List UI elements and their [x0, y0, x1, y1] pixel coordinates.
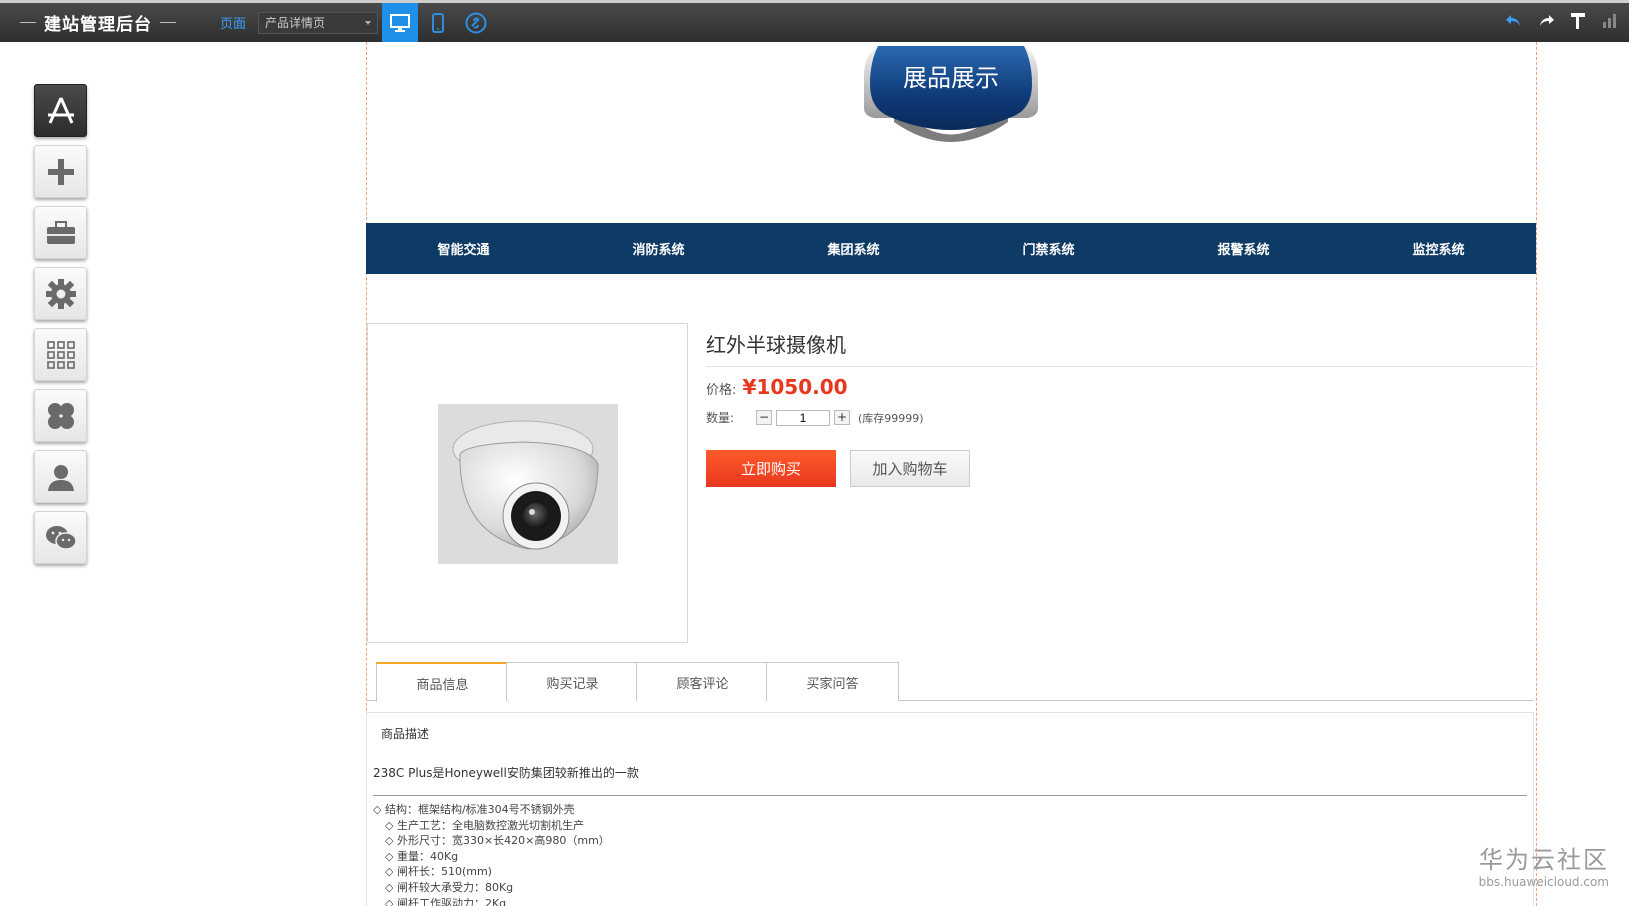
page-canvas: 展品展示 智能交通 消防系统 集团系统 门禁系统 报警系统 监控系统 红外半球摄… [366, 42, 1536, 906]
desktop-icon [390, 13, 411, 32]
product-info: 红外半球摄像机 价格: ¥1050.00 数量: − + (库存99999) 立… [706, 323, 1534, 487]
tab-buyer-qa[interactable]: 买家问答 [766, 662, 899, 701]
spec-item: ◇ 闸杆较大承受力：80Kg [385, 880, 514, 894]
toolbox-icon [46, 220, 75, 244]
app-title: 建站管理后台 [44, 15, 152, 35]
watermark-url: bbs.huaweicloud.com [1478, 875, 1609, 889]
quantity-increase-button[interactable]: + [834, 410, 850, 425]
hammer-icon[interactable] [1569, 9, 1587, 33]
page-select-value: 产品详情页 [265, 15, 326, 30]
plus-icon [47, 158, 74, 185]
spec-item: ◇ 结构：框架结构/标准304号不锈钢外壳 [373, 803, 575, 816]
page-label: 页面 [220, 17, 247, 32]
toolbox-button[interactable] [34, 206, 87, 259]
mobile-view-button[interactable] [420, 3, 456, 42]
tab-product-info[interactable]: 商品信息 [376, 662, 509, 702]
product-image-box [367, 323, 688, 643]
member-button[interactable] [34, 450, 87, 503]
nav-item-access-control[interactable]: 门禁系统 [951, 239, 1146, 258]
chevron-down-icon [365, 20, 372, 25]
wechat-icon [45, 525, 77, 550]
add-to-cart-button[interactable]: 加入购物车 [850, 450, 970, 487]
nav-item-monitoring-system[interactable]: 监控系统 [1341, 239, 1536, 258]
tab-purchase-records[interactable]: 购买记录 [506, 662, 639, 701]
link-button[interactable] [458, 3, 494, 42]
nav-item-alarm-system[interactable]: 报警系统 [1146, 239, 1341, 258]
mobile-icon [432, 12, 445, 33]
showcase-banner: 展品展示 [856, 42, 1046, 152]
quantity-input[interactable] [776, 409, 830, 426]
buy-now-button[interactable]: 立即购买 [706, 450, 836, 487]
canvas-guide-right [1536, 42, 1537, 906]
clover-icon [47, 402, 74, 429]
nav-item-smart-traffic[interactable]: 智能交通 [366, 239, 561, 258]
nav-item-fire-system[interactable]: 消防系统 [561, 239, 756, 258]
spec-item: ◇ 生产工艺：全电脑数控激光切割机生产 [385, 818, 584, 832]
grid-button[interactable] [34, 328, 87, 381]
price-label: 价格: [706, 383, 737, 398]
product-price: ¥1050.00 [742, 375, 848, 399]
gear-icon [45, 278, 76, 309]
spec-item: ◇ 闸杆工作驱动力：2Kg [385, 896, 507, 906]
price-row: 价格: ¥1050.00 [706, 375, 1534, 399]
settings-button[interactable] [34, 267, 87, 320]
purchase-buttons: 立即购买 加入购物车 [706, 450, 1534, 487]
main-nav: 智能交通 消防系统 集团系统 门禁系统 报警系统 监控系统 [366, 223, 1536, 274]
banner-title: 展品展示 [903, 64, 999, 92]
modules-button[interactable] [34, 389, 87, 442]
quantity-label: 数量: [706, 411, 735, 425]
top-right-tools [1505, 9, 1619, 33]
add-button[interactable] [34, 145, 87, 198]
left-toolbar [34, 84, 87, 564]
app-icon [47, 96, 74, 124]
desktop-view-button[interactable] [382, 3, 419, 42]
quantity-decrease-button[interactable]: − [756, 410, 772, 425]
watermark: 华为云社区 bbs.huaweicloud.com [1479, 840, 1609, 889]
redo-icon[interactable] [1537, 9, 1555, 33]
link-icon [465, 12, 487, 33]
app-brand: 建站管理后台 [12, 10, 184, 35]
page-select[interactable]: 产品详情页 [258, 11, 379, 34]
product-description: 商品描述 238C Plus是Honeywell安防集团较新推出的一款 ◇ 结构… [366, 712, 1534, 906]
product-title: 红外半球摄像机 [706, 323, 1534, 367]
stock-text: (库存99999) [858, 411, 924, 425]
wechat-button[interactable] [34, 511, 87, 564]
spec-item: ◇ 外形尺寸：宽330×长420×高980（mm） [385, 834, 610, 848]
tab-customer-reviews[interactable]: 顾客评论 [636, 662, 769, 701]
description-heading: 商品描述 [381, 727, 430, 741]
quantity-row: 数量: − + (库存99999) [706, 409, 1534, 426]
grid-icon [46, 340, 75, 369]
product-tabs: 商品信息 购买记录 顾客评论 买家问答 [366, 662, 1534, 702]
undo-icon[interactable] [1505, 9, 1523, 33]
watermark-title: 华为云社区 [1479, 846, 1609, 874]
top-toolbar: 建站管理后台 页面 产品详情页 [0, 0, 1629, 42]
spec-item: ◇ 闸杆长：510(mm) [385, 865, 492, 879]
spec-item: ◇ 重量：40Kg [385, 849, 459, 863]
product-photo[interactable] [438, 404, 618, 564]
app-store-button[interactable] [34, 84, 87, 137]
chart-icon[interactable] [1601, 9, 1619, 33]
nav-item-group-system[interactable]: 集团系统 [756, 239, 951, 258]
description-intro: 238C Plus是Honeywell安防集团较新推出的一款 [373, 764, 1527, 796]
user-icon [47, 464, 74, 491]
